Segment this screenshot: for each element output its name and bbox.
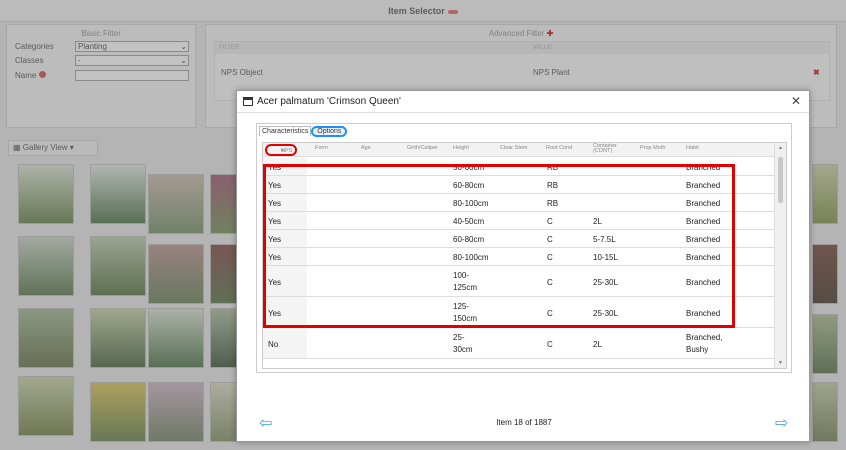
table-row[interactable]: No 25-30cm C 2L Branched, Bushy — [263, 328, 775, 359]
modal-footer: ⇦ Item 18 of 1887 ⇨ — [237, 409, 811, 439]
arrow-right-icon[interactable]: ⇨ — [775, 413, 788, 433]
scroll-down-icon[interactable]: ▼ — [778, 360, 783, 366]
grid-header: NPS ▾ Form Age Girth/Caliper Height Clea… — [263, 143, 775, 157]
form-column-header[interactable]: Form — [315, 145, 328, 151]
girth-column-header[interactable]: Girth/Caliper — [407, 145, 438, 151]
root-cond-column-header[interactable]: Root Cond — [546, 145, 572, 151]
tab-options[interactable]: Options — [311, 126, 348, 137]
tab-characteristics[interactable]: Characteristics — [259, 126, 312, 136]
nps-cell: No — [268, 340, 279, 349]
modal-header: Acer palmatum 'Crimson Queen' ✕ — [237, 91, 809, 113]
height-column-header[interactable]: Height — [453, 145, 469, 151]
height-cell: 25-30cm — [453, 333, 473, 354]
habit-column-header[interactable]: Habit — [686, 145, 699, 151]
prop-meth-column-header[interactable]: Prop Meth — [640, 145, 665, 151]
container-cell: 2L — [593, 340, 602, 349]
pager-text: Item 18 of 1887 — [496, 418, 552, 427]
modal-title: Acer palmatum 'Crimson Queen' — [257, 96, 401, 107]
window-icon — [243, 97, 253, 106]
habit-cell: Branched, Bushy — [686, 333, 723, 354]
detail-tabs: Characteristics Options — [259, 126, 348, 138]
highlight-box — [263, 164, 735, 328]
scroll-up-icon[interactable]: ▲ — [778, 145, 783, 151]
age-column-header[interactable]: Age — [361, 145, 371, 151]
clear-stem-column-header[interactable]: Clear Stem — [500, 145, 528, 151]
nps-column-header[interactable]: NPS ▾ — [265, 144, 297, 156]
grid-scrollbar[interactable]: ▲ ▼ — [774, 143, 786, 368]
close-icon[interactable]: ✕ — [791, 94, 801, 108]
scroll-thumb[interactable] — [778, 157, 783, 203]
root-cond-cell: C — [547, 340, 553, 349]
container-column-header[interactable]: Container (CONT) — [593, 143, 633, 154]
sort-icon: ▾ — [281, 148, 284, 154]
